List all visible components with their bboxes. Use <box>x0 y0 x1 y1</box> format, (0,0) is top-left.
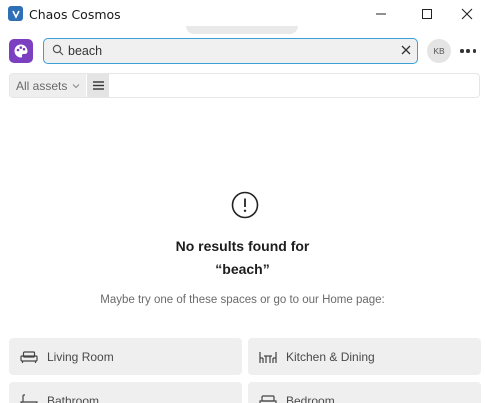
space-card-bedroom[interactable]: Bedroom <box>248 382 481 403</box>
close-icon <box>461 8 473 20</box>
space-card-living-room[interactable]: Living Room <box>9 338 242 375</box>
list-view-button[interactable] <box>87 74 109 97</box>
filter-bar: All assets <box>9 73 480 98</box>
empty-state-title: No results found for <box>175 238 310 254</box>
close-window-button[interactable] <box>449 0 485 28</box>
title-bar: Chaos Cosmos <box>0 0 485 28</box>
search-input[interactable] <box>68 42 388 60</box>
space-label: Bathroom <box>47 393 100 403</box>
bathtub-icon <box>20 392 38 403</box>
sofa-icon <box>20 348 38 366</box>
more-horizontal-icon[interactable] <box>460 44 476 58</box>
minimize-icon <box>376 13 386 15</box>
space-label: Kitchen & Dining <box>286 349 375 364</box>
chevron-down-icon <box>73 83 80 88</box>
space-card-bathroom[interactable]: Bathroom <box>9 382 242 403</box>
asset-type-selected: All assets <box>16 78 68 93</box>
bed-icon <box>259 392 277 403</box>
maximize-icon <box>422 9 432 19</box>
app-logo-icon <box>8 6 23 21</box>
space-label: Living Room <box>47 349 114 364</box>
cosmos-palette-icon[interactable] <box>9 39 33 63</box>
minimize-button[interactable] <box>358 0 404 28</box>
avatar[interactable]: KB <box>427 39 451 63</box>
search-icon <box>52 44 64 56</box>
space-card-kitchen-dining[interactable]: Kitchen & Dining <box>248 338 481 375</box>
clear-search-icon[interactable] <box>400 44 412 56</box>
asset-type-dropdown[interactable]: All assets <box>10 74 86 97</box>
empty-state-hint: Maybe try one of these spaces or go to o… <box>100 294 385 306</box>
window-title: Chaos Cosmos <box>29 7 121 22</box>
drag-handle[interactable] <box>186 26 298 34</box>
search-box[interactable] <box>43 38 418 64</box>
empty-state-query: “beach” <box>215 261 270 277</box>
list-view-icon <box>92 81 104 90</box>
alert-circle-icon <box>231 191 259 219</box>
dining-table-icon <box>259 348 277 366</box>
maximize-button[interactable] <box>404 0 450 28</box>
space-label: Bedroom <box>286 393 335 403</box>
